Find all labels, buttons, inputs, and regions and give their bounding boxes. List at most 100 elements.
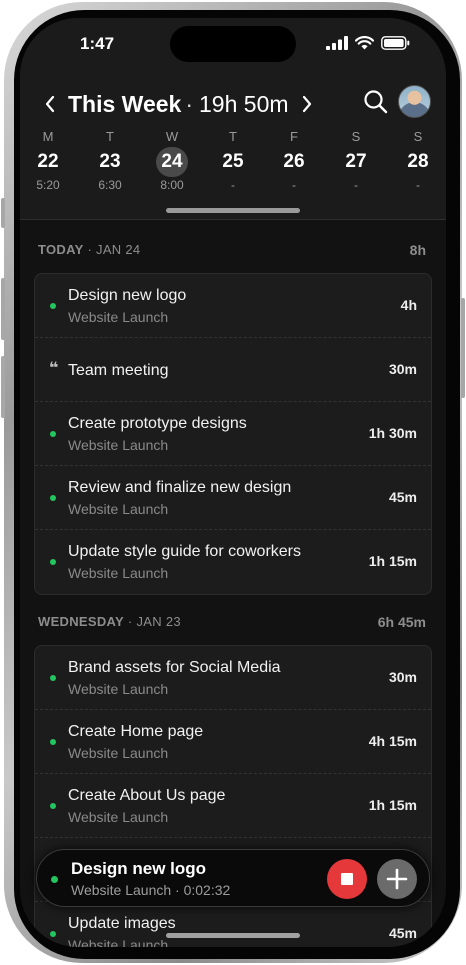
project-color-dot bbox=[50, 675, 56, 681]
day-hours: 6:30 bbox=[98, 178, 122, 192]
time-entry-row[interactable]: Brand assets for Social Media Website Lau… bbox=[35, 646, 431, 710]
entry-title: Update style guide for coworkers bbox=[68, 543, 301, 560]
previous-week-button[interactable] bbox=[38, 88, 62, 120]
day-number: 24 bbox=[156, 147, 188, 177]
timer-title: Design new logo bbox=[71, 859, 207, 878]
entry-project: Website Launch bbox=[68, 745, 169, 761]
day-23[interactable]: T 23 6:30 bbox=[88, 128, 132, 193]
section-date: JAN 23 bbox=[136, 614, 181, 629]
entry-duration: 1h 15m bbox=[368, 553, 417, 569]
project-color-dot bbox=[50, 303, 56, 309]
entry-title: Create Home page bbox=[68, 723, 204, 740]
day-number: 22 bbox=[37, 151, 59, 172]
day-hours: - bbox=[354, 178, 358, 192]
time-entry-row[interactable]: Create About Us page Website Launch 1h 15m bbox=[35, 774, 431, 838]
week-day-strip: M 22 5:20 T 23 6:30 W 24 8:00 T 25 - F 26 - S 27 - S 28 - bbox=[20, 128, 446, 198]
section-header: WEDNESDAY · JAN 23 6h 45m bbox=[38, 614, 430, 634]
time-entry-row[interactable]: Review and finalize new design Website La… bbox=[35, 466, 431, 530]
section-header: TODAY · JAN 24 8h bbox=[38, 242, 430, 262]
entry-title: Create prototype designs bbox=[68, 415, 247, 432]
entry-project: Website Launch bbox=[68, 809, 169, 825]
entry-title: Update images bbox=[68, 915, 176, 932]
day-hours: - bbox=[292, 178, 296, 192]
day-number: 23 bbox=[99, 151, 121, 172]
status-time: 1:47 bbox=[80, 34, 115, 53]
day-hours: - bbox=[231, 178, 235, 192]
time-entry-row[interactable]: Design new logo Website Launch 4h bbox=[35, 274, 431, 338]
day-22[interactable]: M 22 5:20 bbox=[26, 128, 70, 193]
time-entry-row[interactable]: Update images Website Launch 45m bbox=[35, 902, 431, 947]
project-color-dot bbox=[50, 495, 56, 501]
entry-project: Website Launch bbox=[68, 937, 169, 947]
dynamic-island bbox=[170, 26, 296, 62]
section-dot: · bbox=[83, 242, 97, 257]
entry-duration: 30m bbox=[388, 669, 417, 685]
project-color-dot bbox=[50, 431, 56, 437]
week-header: 1:47 This Week · 19h 50m M 22 5:20 T 23 … bbox=[20, 18, 446, 220]
day-24[interactable]: W 24 8:00 bbox=[150, 128, 194, 193]
time-entry-row[interactable]: Update style guide for coworkers Website … bbox=[35, 530, 431, 594]
day-number: 27 bbox=[345, 151, 367, 172]
timer-project: Website Launch bbox=[71, 882, 172, 898]
home-indicator bbox=[166, 933, 300, 938]
volume-up-button bbox=[1, 278, 5, 340]
stop-timer-button[interactable] bbox=[327, 859, 367, 899]
time-entry-row[interactable]: Create Home page Website Launch 4h 15m bbox=[35, 710, 431, 774]
day-number: 25 bbox=[222, 151, 244, 172]
entry-project: Website Launch bbox=[68, 565, 169, 581]
chevron-left-icon bbox=[45, 95, 55, 113]
entry-project: Website Launch bbox=[68, 437, 169, 453]
week-total: 19h 50m bbox=[199, 90, 289, 117]
project-color-dot bbox=[50, 739, 56, 745]
day-hours: 8:00 bbox=[160, 178, 184, 192]
project-color-dot bbox=[50, 931, 56, 937]
day-letter: M bbox=[42, 129, 54, 144]
running-timer-bar[interactable]: Design new logo Website Launch · 0:02:32 bbox=[36, 849, 430, 907]
day-hours: 5:20 bbox=[36, 178, 60, 192]
week-nav: This Week · 19h 50m bbox=[38, 85, 434, 122]
day-27[interactable]: S 27 - bbox=[334, 128, 378, 193]
day-25[interactable]: T 25 - bbox=[211, 128, 255, 193]
volume-down-button bbox=[1, 356, 5, 418]
entry-title: Team meeting bbox=[68, 362, 169, 379]
entry-title: Review and finalize new design bbox=[68, 479, 292, 496]
day-28[interactable]: S 28 - bbox=[396, 128, 440, 193]
wifi-icon bbox=[355, 36, 374, 50]
section-total: 6h 45m bbox=[377, 614, 426, 630]
status-icons bbox=[326, 36, 410, 50]
section-total: 8h bbox=[409, 242, 426, 258]
avatar[interactable] bbox=[398, 85, 431, 118]
day-letter: T bbox=[229, 129, 237, 144]
search-button[interactable] bbox=[362, 88, 392, 118]
project-color-dot bbox=[50, 559, 56, 565]
day-letter: W bbox=[165, 129, 179, 144]
entry-title: Create About Us page bbox=[68, 787, 226, 804]
entry-duration: 45m bbox=[388, 925, 417, 941]
next-week-button[interactable] bbox=[295, 88, 319, 120]
day-letter: S bbox=[351, 129, 361, 144]
chevron-right-icon bbox=[302, 95, 311, 113]
entry-project: Website Launch bbox=[68, 309, 169, 325]
section-dot: · bbox=[124, 614, 137, 629]
entries-card: Design new logo Website Launch 4h ❝ Team mee… bbox=[34, 273, 432, 595]
project-color-dot bbox=[50, 803, 56, 809]
day-26[interactable]: F 26 - bbox=[272, 128, 316, 193]
day-letter: T bbox=[106, 129, 114, 144]
day-letter: F bbox=[290, 129, 298, 144]
quote-icon: ❝ bbox=[49, 360, 59, 377]
timer-separator: · bbox=[175, 882, 180, 898]
sheet-handle[interactable] bbox=[166, 208, 300, 213]
cellular-signal-icon bbox=[326, 36, 348, 50]
time-entry-row[interactable]: ❝ Team meeting 30m bbox=[35, 338, 431, 402]
section-label: TODAY bbox=[38, 242, 84, 257]
entry-title: Design new logo bbox=[68, 287, 187, 304]
action-button bbox=[1, 198, 5, 228]
plus-icon bbox=[386, 868, 408, 890]
add-entry-button[interactable] bbox=[377, 859, 417, 899]
day-number: 28 bbox=[407, 151, 429, 172]
entry-project: Website Launch bbox=[68, 681, 169, 697]
time-entry-row[interactable]: Create prototype designs Website Launch 1h… bbox=[35, 402, 431, 466]
day-number: 26 bbox=[283, 151, 305, 172]
stop-icon bbox=[341, 873, 353, 885]
entry-duration: 4h 15m bbox=[368, 733, 417, 749]
